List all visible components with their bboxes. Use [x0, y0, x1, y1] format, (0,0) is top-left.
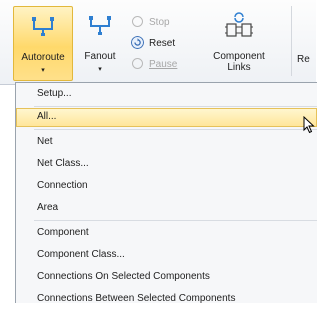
- menu-item-connections-between-selected[interactable]: Connections Between Selected Components: [16, 290, 317, 309]
- menu-item-component[interactable]: Component: [16, 224, 317, 243]
- menu-item-net[interactable]: Net: [16, 133, 317, 152]
- pause-button[interactable]: Pause: [130, 56, 200, 74]
- component-links-label-line2: Links: [227, 62, 251, 73]
- component-links-button[interactable]: Component Links: [205, 6, 273, 79]
- reset-label: Reset: [149, 38, 176, 49]
- fanout-label: Fanout: [84, 51, 116, 62]
- menu-item-label: Component: [37, 227, 89, 238]
- menu-item-component-class[interactable]: Component Class...: [16, 246, 317, 265]
- menu-separator: [34, 129, 317, 130]
- menu-item-all[interactable]: All...: [16, 108, 317, 127]
- menu-separator: [34, 106, 317, 107]
- menu-item-label: All...: [37, 111, 57, 122]
- autoroute-button[interactable]: Autoroute ▾: [13, 6, 73, 81]
- menu-separator: [34, 220, 317, 221]
- menu-item-connection[interactable]: Connection: [16, 177, 317, 196]
- menu-item-label: Component Class...: [37, 249, 125, 260]
- pause-label: Pause: [149, 59, 178, 70]
- menu-item-label: Connection: [37, 180, 88, 191]
- fanout-icon: [89, 16, 111, 35]
- menu-item-label: Connections On Selected Components: [37, 271, 210, 282]
- menu-item-label: Area: [37, 202, 59, 213]
- autoroute-dropdown-arrow[interactable]: ▾: [14, 67, 72, 74]
- reset-icon: [131, 36, 144, 49]
- truncated-ribbon-button-label[interactable]: Re: [297, 54, 310, 65]
- stop-icon: [132, 16, 143, 27]
- menu-item-label: Net Class...: [37, 158, 89, 169]
- autoroute-dropdown-menu: Setup... All... Net Net Class... Connect…: [15, 82, 317, 304]
- component-links-icon: [225, 12, 253, 37]
- autoroute-label: Autoroute: [21, 52, 65, 63]
- menu-item-area[interactable]: Area: [16, 199, 317, 218]
- ribbon-toolbar: Autoroute ▾ Fanout ▾ Stop Reset Pause Co…: [0, 0, 316, 85]
- autoroute-icon: [32, 17, 54, 36]
- ribbon-separator: [291, 6, 292, 76]
- menu-item-label: Net: [37, 136, 53, 147]
- menu-item-net-class[interactable]: Net Class...: [16, 155, 317, 174]
- stop-label: Stop: [149, 17, 170, 28]
- component-links-label-line1: Component: [213, 51, 265, 62]
- fanout-button[interactable]: Fanout ▾: [80, 6, 120, 79]
- stop-button[interactable]: Stop: [130, 14, 200, 32]
- pause-icon: [132, 58, 143, 69]
- mouse-pointer-icon: [303, 116, 315, 134]
- reset-button[interactable]: Reset: [130, 35, 200, 53]
- fanout-dropdown-arrow[interactable]: ▾: [80, 66, 120, 73]
- menu-item-label: Connections Between Selected Components: [37, 293, 236, 304]
- menu-item-connections-on-selected[interactable]: Connections On Selected Components: [16, 268, 317, 287]
- menu-item-label: Setup...: [37, 88, 72, 99]
- menu-item-setup[interactable]: Setup...: [16, 85, 317, 104]
